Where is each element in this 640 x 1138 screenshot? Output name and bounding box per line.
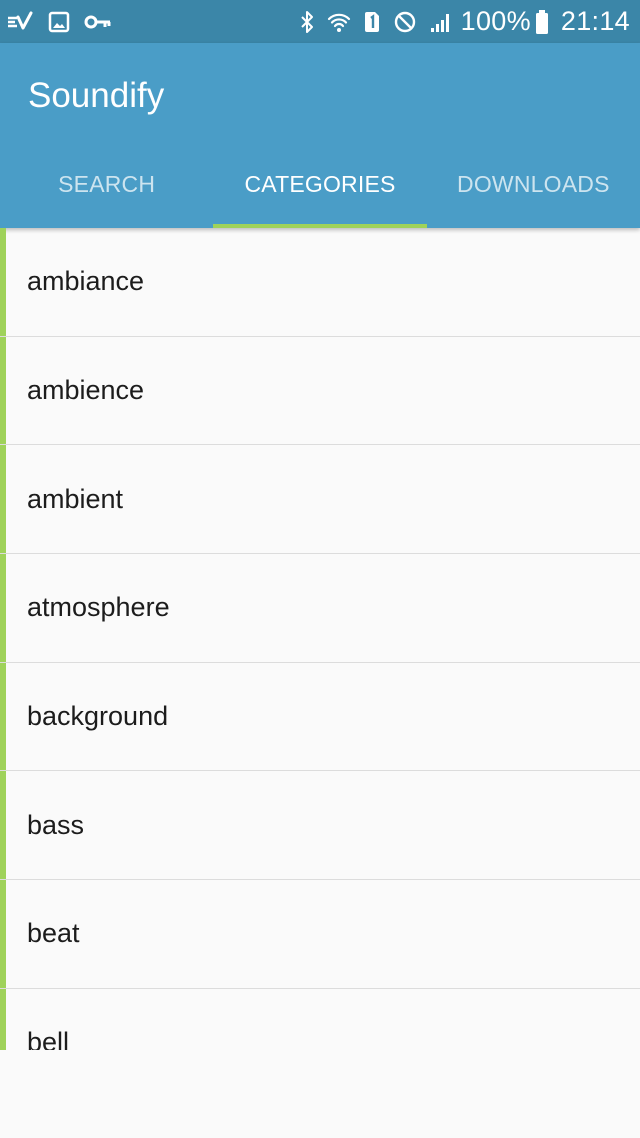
- category-label: beat: [27, 918, 80, 949]
- battery-icon: [535, 9, 549, 35]
- tab-search[interactable]: SEARCH: [0, 141, 213, 228]
- tab-downloads[interactable]: DOWNLOADS: [427, 141, 640, 228]
- battery-percentage: 100%: [460, 6, 531, 36]
- category-item[interactable]: ambience: [0, 336, 640, 446]
- wifi-icon: [327, 10, 351, 34]
- category-label: atmosphere: [27, 592, 170, 623]
- category-label: ambient: [27, 483, 124, 514]
- tab-categories[interactable]: CATEGORIES: [213, 141, 427, 228]
- app-bar: Soundify SEARCH CATEGORIES DOWNLOADS: [0, 43, 640, 228]
- blocked-icon: [393, 10, 417, 34]
- category-label: ambiance: [27, 266, 145, 297]
- signal-icon: [429, 10, 453, 34]
- voicemail-check-icon: [6, 10, 34, 34]
- tab-bar: SEARCH CATEGORIES DOWNLOADS: [0, 141, 640, 228]
- category-item[interactable]: ambient: [0, 445, 640, 555]
- image-icon: [48, 11, 70, 33]
- app-title: Soundify: [28, 76, 165, 115]
- category-item[interactable]: background: [0, 662, 640, 772]
- status-bar: 100% 21:14: [0, 0, 640, 43]
- bluetooth-icon: [299, 10, 315, 34]
- clock: 21:14: [560, 6, 630, 36]
- category-label: ambience: [27, 375, 145, 406]
- sim-1-icon: [363, 10, 381, 34]
- category-item[interactable]: atmosphere: [0, 554, 640, 663]
- category-item[interactable]: ambiance: [0, 228, 640, 337]
- category-item[interactable]: bell: [0, 988, 640, 1050]
- category-label: bass: [27, 809, 85, 840]
- category-label: background: [27, 701, 169, 732]
- category-label: bell: [27, 1027, 70, 1050]
- category-list[interactable]: ambiance ambience ambient atmosphere bac…: [0, 228, 640, 1050]
- category-item[interactable]: bass: [0, 771, 640, 881]
- key-icon: [84, 11, 112, 33]
- category-item[interactable]: beat: [0, 880, 640, 989]
